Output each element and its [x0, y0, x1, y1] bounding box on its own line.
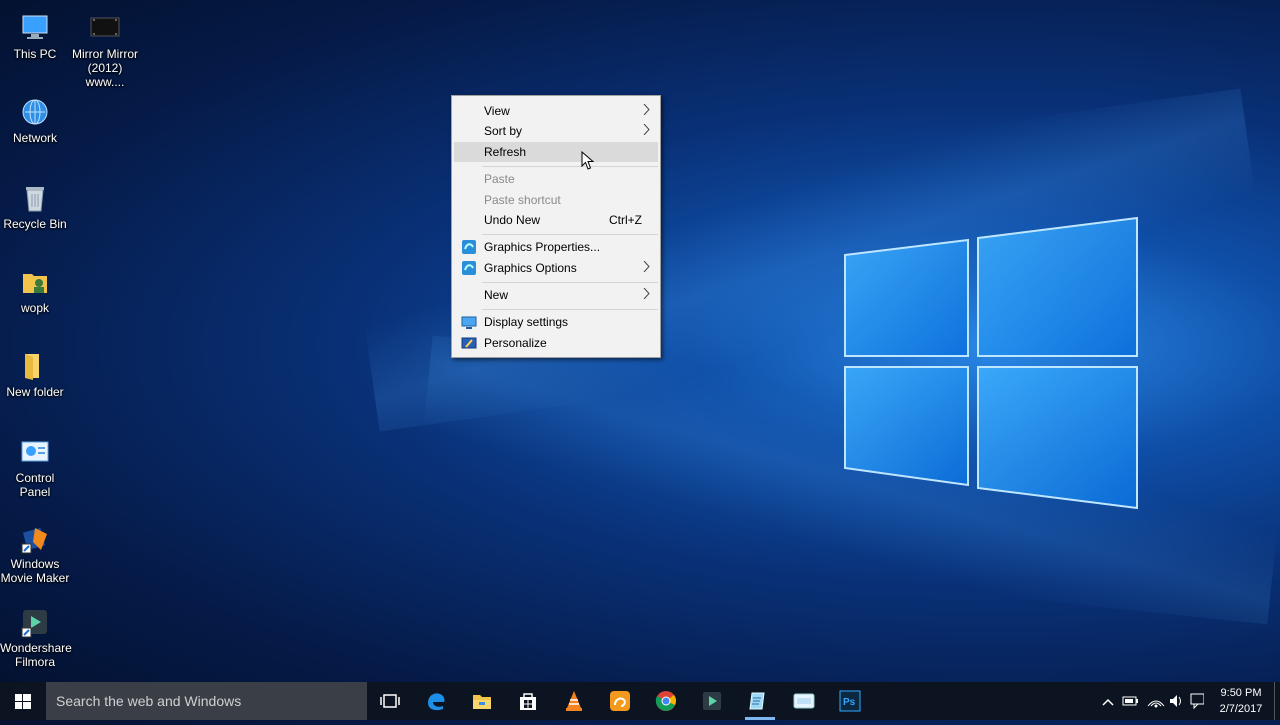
movie-maker-icon — [19, 522, 51, 554]
filmora-icon — [19, 606, 51, 638]
menu-item-display-settings[interactable]: Display settings — [454, 312, 658, 332]
personalize-icon — [461, 337, 477, 349]
taskbar-store[interactable] — [505, 682, 551, 720]
start-button[interactable] — [0, 682, 46, 720]
chevron-right-icon — [643, 104, 650, 115]
desktop-icon-control-panel[interactable]: Control Panel — [0, 436, 70, 499]
wifi-icon[interactable] — [1147, 700, 1165, 708]
chrome-icon — [655, 691, 676, 711]
folder-icon — [19, 350, 51, 382]
windows-start-icon — [15, 694, 31, 709]
file-explorer-icon — [473, 695, 491, 709]
menu-separator — [482, 234, 658, 235]
desktop-icon-new-folder[interactable]: New folder — [0, 350, 70, 399]
taskbar-chrome[interactable] — [643, 682, 689, 720]
computer-icon — [19, 12, 51, 44]
menu-item-paste-shortcut[interactable]: Paste shortcut — [454, 190, 658, 210]
menu-separator — [482, 166, 658, 167]
desktop-context-menu: View Sort by Refresh Paste Paste shortcu… — [451, 95, 661, 358]
taskbar-photoshop[interactable]: Ps — [827, 682, 873, 720]
taskbar-file-explorer[interactable] — [459, 682, 505, 720]
mouse-cursor-icon — [581, 151, 595, 170]
taskbar-uc-browser[interactable] — [597, 682, 643, 720]
menu-item-refresh[interactable]: Refresh — [454, 142, 658, 162]
app-icon — [793, 693, 815, 709]
desktop-icon-recycle-bin[interactable]: Recycle Bin — [0, 182, 70, 231]
shortcut-label: Ctrl+Z — [609, 213, 642, 227]
menu-separator — [482, 282, 658, 283]
menu-item-undo-new[interactable]: Undo New Ctrl+Z — [454, 210, 658, 230]
task-view-button[interactable] — [367, 682, 413, 720]
taskbar-app[interactable] — [781, 682, 827, 720]
menu-separator — [482, 309, 658, 310]
menu-item-paste[interactable]: Paste — [454, 169, 658, 189]
filmora-icon — [703, 692, 721, 710]
intel-graphics-icon — [462, 261, 476, 275]
chevron-right-icon — [643, 288, 650, 299]
video-file-icon — [89, 12, 121, 44]
photoshop-icon: Ps — [839, 690, 861, 712]
notification-icon[interactable] — [1190, 693, 1205, 710]
desktop-icon-mirror-mirror[interactable]: Mirror Mirror (2012) www.... — [70, 12, 140, 89]
clock-time: 9:50 PM — [1220, 687, 1262, 699]
svg-text:Ps: Ps — [843, 697, 856, 708]
desktop-icon-wopk[interactable]: wopk — [0, 266, 70, 315]
recycle-bin-icon — [19, 182, 51, 214]
menu-item-graphics-options[interactable]: Graphics Options — [454, 258, 658, 278]
taskbar-vlc[interactable] — [551, 682, 597, 720]
clock-date: 2/7/2017 — [1219, 703, 1263, 715]
search-placeholder: Search the web and Windows — [56, 693, 242, 709]
control-panel-icon — [19, 436, 51, 468]
display-icon — [461, 316, 477, 329]
chevron-right-icon — [643, 124, 650, 135]
taskbar-filmora[interactable] — [689, 682, 735, 720]
task-view-icon — [380, 694, 400, 708]
chevron-up-icon[interactable] — [1102, 698, 1114, 706]
desktop-icon-network[interactable]: Network — [0, 96, 70, 145]
volume-icon[interactable] — [1170, 695, 1181, 707]
network-icon — [19, 96, 51, 128]
clock[interactable]: 9:50 PM 2/7/2017 — [1206, 685, 1276, 717]
desktop-icon-this-pc[interactable]: This PC — [0, 12, 70, 61]
vlc-icon — [566, 691, 582, 711]
desktop-icon-windows-movie-maker[interactable]: Windows Movie Maker — [0, 522, 70, 585]
menu-item-view[interactable]: View — [454, 101, 658, 121]
taskbar-notepad[interactable] — [735, 682, 781, 720]
system-tray — [1098, 682, 1205, 720]
chevron-right-icon — [643, 261, 650, 272]
menu-item-personalize[interactable]: Personalize — [454, 333, 658, 353]
notepad-icon — [749, 692, 765, 710]
battery-icon[interactable] — [1122, 696, 1138, 706]
menu-item-graphics-properties[interactable]: Graphics Properties... — [454, 237, 658, 257]
store-icon — [520, 693, 536, 710]
user-folder-icon — [19, 266, 51, 298]
intel-graphics-icon — [462, 240, 476, 254]
menu-item-sort-by[interactable]: Sort by — [454, 121, 658, 141]
taskbar-edge[interactable] — [413, 682, 459, 720]
edge-icon — [428, 693, 445, 711]
uc-browser-icon — [610, 691, 630, 711]
show-desktop-button[interactable] — [1274, 682, 1280, 720]
desktop-icon-wondershare-filmora[interactable]: Wondershare Filmora — [0, 606, 72, 669]
menu-item-new[interactable]: New — [454, 285, 658, 305]
search-box[interactable]: Search the web and Windows — [46, 682, 367, 720]
taskbar: Search the web and Windows Ps 9:50 PM 2/… — [0, 682, 1280, 720]
